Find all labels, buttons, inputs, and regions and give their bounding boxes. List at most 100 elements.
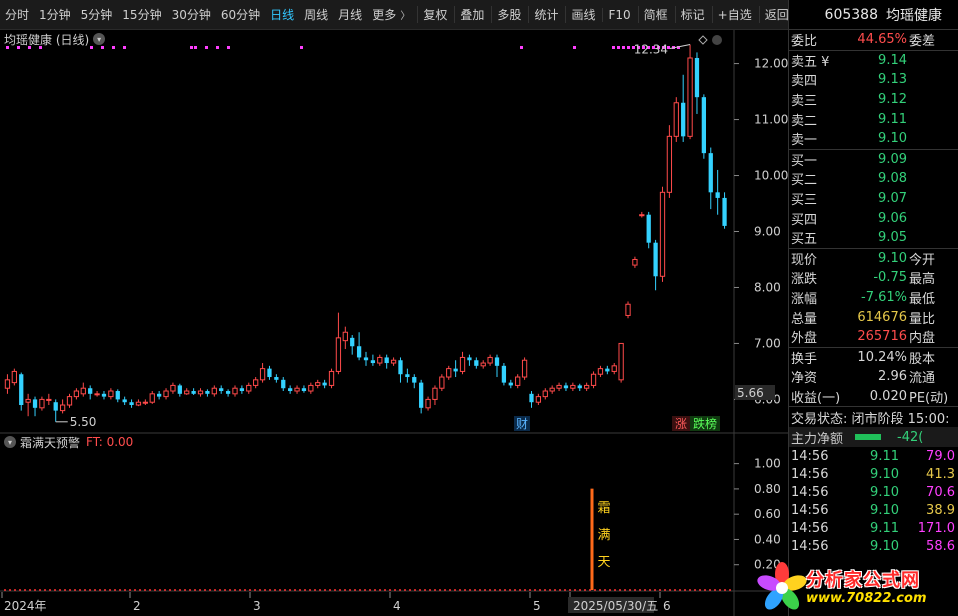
quote-label: 涨跌: [791, 272, 818, 288]
toolbar-button-8[interactable]: +自选: [711, 6, 757, 23]
period-tab-0[interactable]: 分时: [0, 6, 34, 23]
main-net-row: 主力净额 -42(: [789, 427, 958, 448]
tick-price: 9.10: [870, 538, 899, 554]
toolbar-button-3[interactable]: 统计: [528, 6, 563, 23]
bid-list: 买一 9.09 买二 9.08 买三 9.07 买四 9.06 买五 9.05: [789, 150, 958, 248]
candle-body: [294, 387, 300, 392]
more-label: 更多: [372, 8, 397, 22]
weibi-label: 委比: [791, 34, 818, 50]
candle-body: [701, 97, 707, 154]
candle-body: [342, 331, 348, 342]
period-tab-6[interactable]: 日线: [265, 6, 299, 23]
quote-value: -0.75: [873, 270, 907, 286]
ask-label: 卖二: [791, 113, 818, 129]
candle-body: [46, 398, 52, 401]
candle-body: [53, 402, 58, 411]
candle-body: [694, 57, 700, 98]
y-tick-label: 9.00: [754, 225, 781, 239]
toolbar-button-6[interactable]: 简框: [637, 6, 673, 23]
bid-row: 买五 9.05: [789, 228, 958, 248]
period-tab-7[interactable]: 周线: [299, 6, 333, 23]
candle-body: [335, 337, 342, 372]
period-tab-1[interactable]: 1分钟: [34, 6, 76, 23]
toolbar-button-4[interactable]: 画线: [565, 6, 600, 23]
candle-body: [211, 387, 217, 395]
tick-list[interactable]: 14:56 9.11 79.0 14:56 9.10 41.3 14:56 9.10 70.6 1…: [789, 447, 958, 555]
candle-body: [467, 357, 472, 361]
candle-body: [412, 377, 417, 383]
candle-body: [328, 370, 335, 386]
price-tag: 5.66: [737, 386, 764, 400]
signal-dot: [622, 46, 625, 49]
candle-body: [590, 373, 597, 386]
signal-dot: [612, 46, 615, 49]
more-periods-button[interactable]: 更多 〉: [367, 6, 415, 23]
ask-value: 9.10: [878, 131, 907, 147]
candle-body: [350, 337, 355, 347]
date-label: 3: [253, 599, 261, 613]
stock-name: 均瑶健康: [886, 7, 942, 24]
chevron-down-icon[interactable]: ▾: [4, 436, 16, 448]
candle-body: [715, 192, 720, 198]
main-net-value: -42(: [897, 429, 924, 445]
bid-value: 9.09: [878, 151, 907, 167]
finance-marker: 财: [516, 417, 528, 431]
candle-body: [618, 342, 624, 381]
candle-body: [556, 384, 562, 389]
tick-volume: 171.0: [917, 520, 955, 536]
signal-char: 天: [597, 555, 610, 570]
main-net-bar: [855, 434, 882, 441]
toolbar-button-2[interactable]: 多股: [491, 6, 526, 23]
candle-body: [115, 391, 120, 400]
y-tick-label: 7.00: [754, 336, 781, 350]
indicator-y-tick-label: 0.80: [754, 482, 781, 496]
period-tab-4[interactable]: 30分钟: [167, 6, 216, 23]
candle-body: [487, 356, 493, 364]
chevron-down-icon[interactable]: ▾: [93, 33, 106, 45]
kline-chart[interactable]: 12.0011.0010.009.008.007.006.005.6612.34…: [0, 30, 788, 616]
period-tab-8[interactable]: 月线: [333, 6, 367, 23]
candle-body: [157, 393, 162, 397]
candle-body: [274, 377, 279, 380]
ask-value: 9.12: [878, 92, 907, 108]
candle-body: [605, 368, 610, 372]
candle-body: [259, 368, 266, 381]
chart-area[interactable]: 12.0011.0010.009.008.007.006.005.6612.34…: [0, 30, 788, 616]
chart-title-text: 均瑶健康 (日线): [4, 32, 90, 47]
signal-dot: [573, 46, 576, 49]
period-tab-2[interactable]: 5分钟: [76, 6, 118, 23]
toolbar-button-5[interactable]: F10: [602, 7, 635, 22]
candle-body: [474, 360, 479, 366]
period-tab-5[interactable]: 60分钟: [216, 6, 265, 23]
candle-body: [563, 385, 569, 389]
period-toolbar: 分时 1分钟 5分钟 15分钟 30分钟 60分钟 日线 周线 月线 更多 〉复权 叠加 多股 统计 画线…: [0, 0, 789, 30]
candle-body: [625, 303, 631, 316]
candle-body: [288, 388, 293, 392]
date-label: 2: [133, 599, 141, 613]
period-tab-3[interactable]: 15分钟: [117, 6, 166, 23]
indicator-y-tick-label: 0.60: [754, 507, 781, 521]
fundamental-row: 换手 10.24% 股本: [789, 348, 958, 368]
candle-body: [681, 102, 686, 137]
tick-row: 14:56 9.11 171.0: [789, 519, 958, 537]
candle-body: [597, 368, 604, 375]
candle-body: [687, 57, 693, 137]
tick-time: 14:56: [791, 538, 829, 554]
toolbar-button-1[interactable]: 叠加: [454, 6, 489, 23]
quote-value: -7.61%: [861, 290, 907, 306]
toolbar-button-7[interactable]: 标记: [674, 6, 710, 23]
high-price-label: 12.34: [634, 43, 668, 57]
candle-body: [501, 365, 507, 383]
candle-body: [225, 391, 231, 394]
candle-body: [439, 376, 445, 389]
fundamental-row: 收益(一) 0.020 PE(动): [789, 387, 958, 407]
candle-body: [639, 214, 645, 217]
candle-body: [184, 390, 190, 395]
trading-state: 交易状态: 闭市阶段 15:00:: [791, 411, 950, 427]
candle-body: [653, 242, 658, 277]
fundamental-value: 0.020: [869, 388, 907, 404]
quote-label2: 最低: [909, 292, 936, 308]
toolbar-button-0[interactable]: 复权: [417, 6, 452, 23]
weibi-value: 44.65%: [857, 32, 907, 48]
candle-body: [197, 390, 204, 395]
